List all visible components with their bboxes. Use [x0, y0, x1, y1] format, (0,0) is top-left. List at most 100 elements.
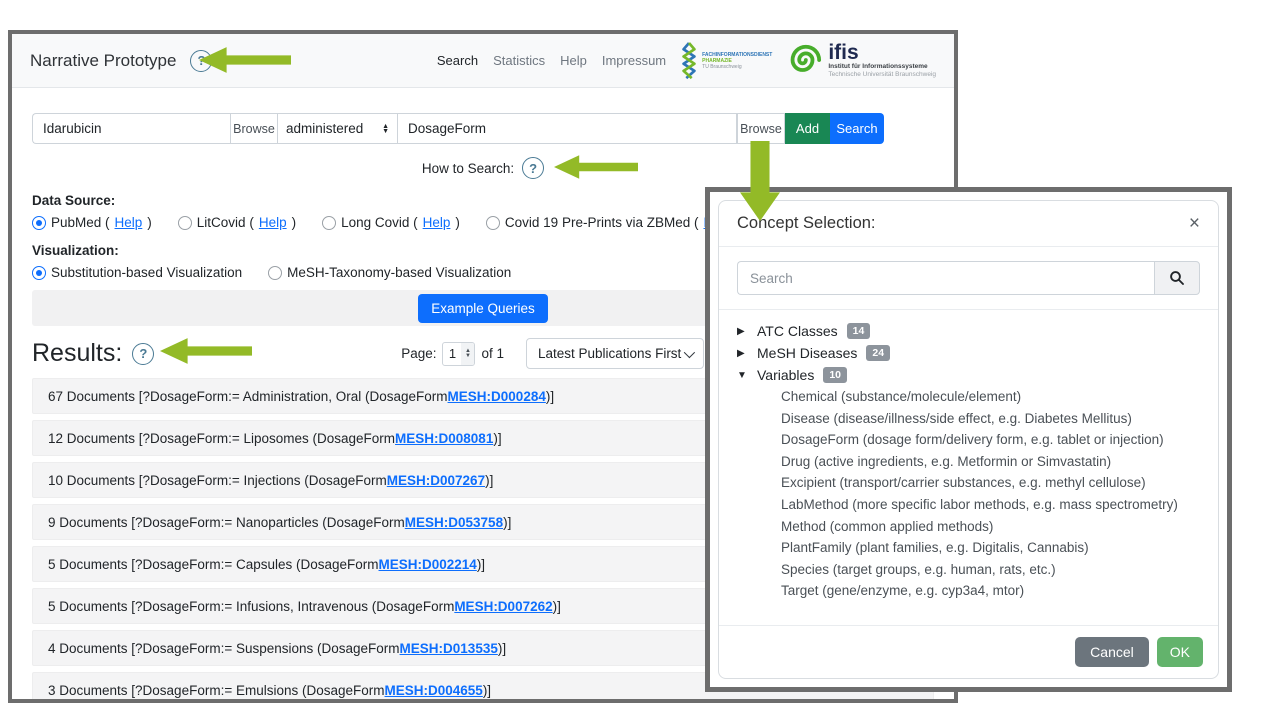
radio-pubmed[interactable]: PubMed ( Help): [32, 215, 152, 230]
mesh-link[interactable]: MESH:D000284: [448, 389, 546, 404]
relation-select[interactable]: administered ▲▼: [278, 113, 398, 144]
select-updown-icon: ▲▼: [382, 124, 389, 134]
option-text: Covid 19 Pre-Prints via ZBMed (: [505, 215, 699, 230]
how-to-search-row: How to Search: ?: [12, 156, 954, 180]
radio-litcovid[interactable]: LitCovid ( Help): [178, 215, 296, 230]
how-to-search-label: How to Search:: [422, 161, 514, 176]
dialog-footer: Cancel OK: [719, 625, 1218, 678]
nav-help[interactable]: Help: [560, 53, 587, 68]
divider: [719, 309, 1218, 310]
nav-impressum[interactable]: Impressum: [602, 53, 666, 68]
sort-order-select[interactable]: Latest Publications First: [526, 338, 704, 369]
page-number-value[interactable]: 1: [443, 343, 461, 365]
help-icon[interactable]: ?: [132, 343, 154, 365]
top-nav: Search Statistics Help Impressum: [437, 53, 666, 68]
caret-down-icon[interactable]: ▼: [737, 370, 757, 381]
help-icon[interactable]: ?: [522, 157, 544, 179]
fid-pharmazie-logo: FACHINFORMATIONSDIENST PHARMAZIE TU Brau…: [680, 40, 772, 82]
radio-long-covid[interactable]: Long Covid (Help): [322, 215, 460, 230]
nav-search[interactable]: Search: [437, 53, 478, 68]
variable-item-excipient[interactable]: Excipient (transport/carrier substances,…: [737, 472, 1200, 494]
result-text: 5 Documents [?DosageForm:= Infusions, In…: [48, 599, 454, 614]
ok-button[interactable]: OK: [1157, 637, 1203, 667]
tree-node-variables[interactable]: ▼ Variables 10: [737, 364, 1200, 386]
radio-icon[interactable]: [322, 216, 336, 230]
litcovid-help-link[interactable]: Help: [259, 215, 287, 230]
results-toolbar: Results: ? Page: 1 ▲▼ of 1 Latest Public…: [32, 338, 704, 369]
concept-selection-dialog: Concept Selection: × ▶: [705, 187, 1232, 692]
radio-icon[interactable]: [32, 266, 46, 280]
result-text: )]: [477, 557, 485, 572]
result-text: 4 Documents [?DosageForm:= Suspensions (…: [48, 641, 400, 656]
concept-search-group: [737, 261, 1200, 295]
result-text: )]: [498, 641, 506, 656]
result-text: )]: [483, 683, 491, 698]
concept-search-input[interactable]: [737, 261, 1154, 295]
page-number-stepper[interactable]: 1 ▲▼: [442, 342, 475, 366]
option-text: Long Covid (: [341, 215, 418, 230]
browse-subject-button[interactable]: Browse: [230, 113, 278, 144]
variable-item-method[interactable]: Method (common applied methods): [737, 516, 1200, 538]
count-badge: 24: [866, 345, 890, 361]
search-button[interactable]: Search: [830, 113, 884, 144]
tree-node-atc-classes[interactable]: ▶ ATC Classes 14: [737, 320, 1200, 342]
mesh-link[interactable]: MESH:D008081: [395, 431, 493, 446]
pubmed-help-link[interactable]: Help: [115, 215, 143, 230]
radio-covid-preprints[interactable]: Covid 19 Pre-Prints via ZBMed (Help): [486, 215, 741, 230]
radio-substitution-viz[interactable]: Substitution-based Visualization: [32, 265, 242, 280]
mesh-link[interactable]: MESH:D013535: [400, 641, 498, 656]
option-text: PubMed (: [51, 215, 110, 230]
result-text: 10 Documents [?DosageForm:= Injections (…: [48, 473, 387, 488]
caret-right-icon[interactable]: ▶: [737, 326, 757, 337]
browse-object-button[interactable]: Browse: [737, 113, 785, 144]
variable-item-disease[interactable]: Disease (disease/illness/side effect, e.…: [737, 408, 1200, 430]
variable-item-drug[interactable]: Drug (active ingredients, e.g. Metformin…: [737, 451, 1200, 473]
variable-item-target[interactable]: Target (gene/enzyme, e.g. cyp3a4, mtor): [737, 580, 1200, 602]
results-title: Results:: [32, 339, 122, 368]
option-text: ): [292, 215, 297, 230]
option-text: ): [147, 215, 152, 230]
tree-node-mesh-diseases[interactable]: ▶ MeSH Diseases 24: [737, 342, 1200, 364]
snake-staff-icon: [680, 40, 698, 82]
radio-icon[interactable]: [268, 266, 282, 280]
ifis-logo-line2: Technische Universität Braunschweig: [828, 71, 936, 79]
mesh-link[interactable]: MESH:D007267: [387, 473, 485, 488]
page-of-label: of 1: [481, 346, 504, 361]
stepper-arrows-icon[interactable]: ▲▼: [461, 343, 474, 365]
variable-item-chemical[interactable]: Chemical (substance/molecule/element): [737, 386, 1200, 408]
radio-icon[interactable]: [178, 216, 192, 230]
long-covid-help-link[interactable]: Help: [423, 215, 451, 230]
mesh-link[interactable]: MESH:D053758: [405, 515, 503, 530]
annotation-arrow-left-icon: [199, 47, 291, 73]
tree-node-label: MeSH Diseases: [757, 345, 857, 361]
example-queries-button[interactable]: Example Queries: [418, 294, 548, 323]
page: Narrative Prototype ? Search Statistics …: [0, 0, 1280, 720]
variable-item-dosageform[interactable]: DosageForm (dosage form/delivery form, e…: [737, 429, 1200, 451]
caret-right-icon[interactable]: ▶: [737, 348, 757, 359]
dialog-body: ▶ ATC Classes 14 ▶ MeSH Diseases 24 ▼ Va…: [719, 247, 1218, 625]
variable-item-species[interactable]: Species (target groups, e.g. human, rats…: [737, 559, 1200, 581]
variable-item-labmethod[interactable]: LabMethod (more specific labor methods, …: [737, 494, 1200, 516]
result-text: 67 Documents [?DosageForm:= Administrati…: [48, 389, 448, 404]
spiral-icon: [784, 42, 822, 80]
radio-mesh-taxonomy-viz[interactable]: MeSH-Taxonomy-based Visualization: [268, 265, 511, 280]
mesh-link[interactable]: MESH:D007262: [454, 599, 552, 614]
radio-icon[interactable]: [32, 216, 46, 230]
ifis-logo-name: ifis: [828, 43, 936, 63]
close-icon[interactable]: ×: [1189, 216, 1200, 232]
chevron-down-icon: [684, 346, 695, 357]
object-input[interactable]: [398, 113, 737, 144]
subject-input[interactable]: [32, 113, 230, 144]
add-button[interactable]: Add: [785, 113, 830, 144]
option-text: MeSH-Taxonomy-based Visualization: [287, 265, 511, 280]
search-icon: [1169, 270, 1185, 286]
mesh-link[interactable]: MESH:D002214: [379, 557, 477, 572]
annotation-arrow-down-icon: [736, 141, 784, 221]
nav-statistics[interactable]: Statistics: [493, 53, 545, 68]
option-text: LitCovid (: [197, 215, 254, 230]
radio-icon[interactable]: [486, 216, 500, 230]
cancel-button[interactable]: Cancel: [1075, 637, 1149, 667]
variable-item-plantfamily[interactable]: PlantFamily (plant families, e.g. Digita…: [737, 537, 1200, 559]
concept-search-button[interactable]: [1154, 261, 1200, 295]
mesh-link[interactable]: MESH:D004655: [385, 683, 483, 698]
